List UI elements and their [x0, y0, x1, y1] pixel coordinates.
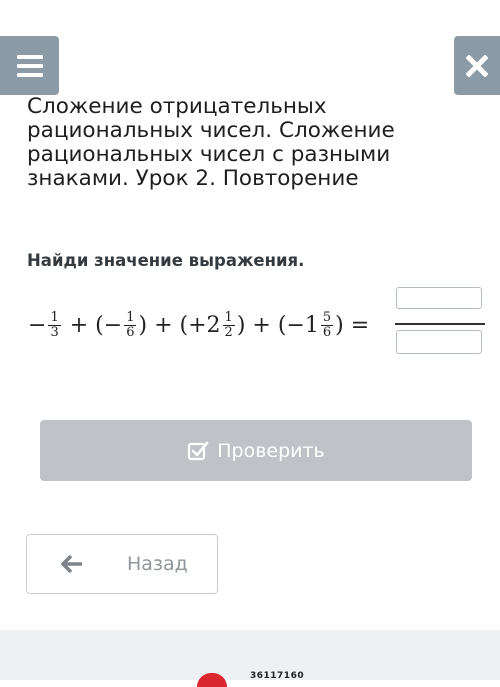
denominator-input[interactable] — [396, 330, 482, 354]
logo-badge — [197, 673, 227, 687]
lesson-title: Сложение отрицательных рациональных чисе… — [27, 94, 395, 191]
back-button[interactable]: Назад — [26, 534, 218, 594]
plus-sign: + — [252, 312, 271, 338]
footer: 36117160 — [0, 630, 500, 687]
check-square-icon — [188, 441, 209, 460]
fraction-term-3: 1 2 — [222, 309, 235, 340]
minus-sign: − — [28, 312, 47, 338]
close-button[interactable] — [454, 36, 500, 95]
task-instruction: Найди значение выражения. — [27, 251, 305, 270]
back-button-label: Назад — [127, 553, 188, 575]
close-icon — [466, 54, 488, 77]
fraction-term-1: 1 3 — [48, 309, 61, 340]
fraction-term-2: 1 6 — [124, 309, 137, 340]
check-button-label: Проверить — [217, 439, 325, 462]
menu-button[interactable] — [0, 36, 59, 95]
fraction-bar — [395, 323, 485, 325]
whole-part: 1 — [304, 312, 319, 338]
math-expression: − 1 3 + (− 1 6 ) + (+2 1 2 ) + (−1 5 6 )… — [28, 309, 370, 340]
arrow-left-icon — [61, 555, 82, 573]
plus-sign: + — [154, 312, 173, 338]
numerator-input[interactable] — [396, 287, 482, 309]
hamburger-menu-icon — [16, 54, 43, 59]
answer-fraction — [395, 287, 485, 357]
fraction-term-4: 5 6 — [320, 309, 334, 340]
whole-part: 2 — [206, 312, 221, 338]
plus-sign: + — [69, 312, 89, 338]
check-button[interactable]: Проверить — [40, 420, 472, 481]
equals-sign: = — [350, 312, 370, 338]
